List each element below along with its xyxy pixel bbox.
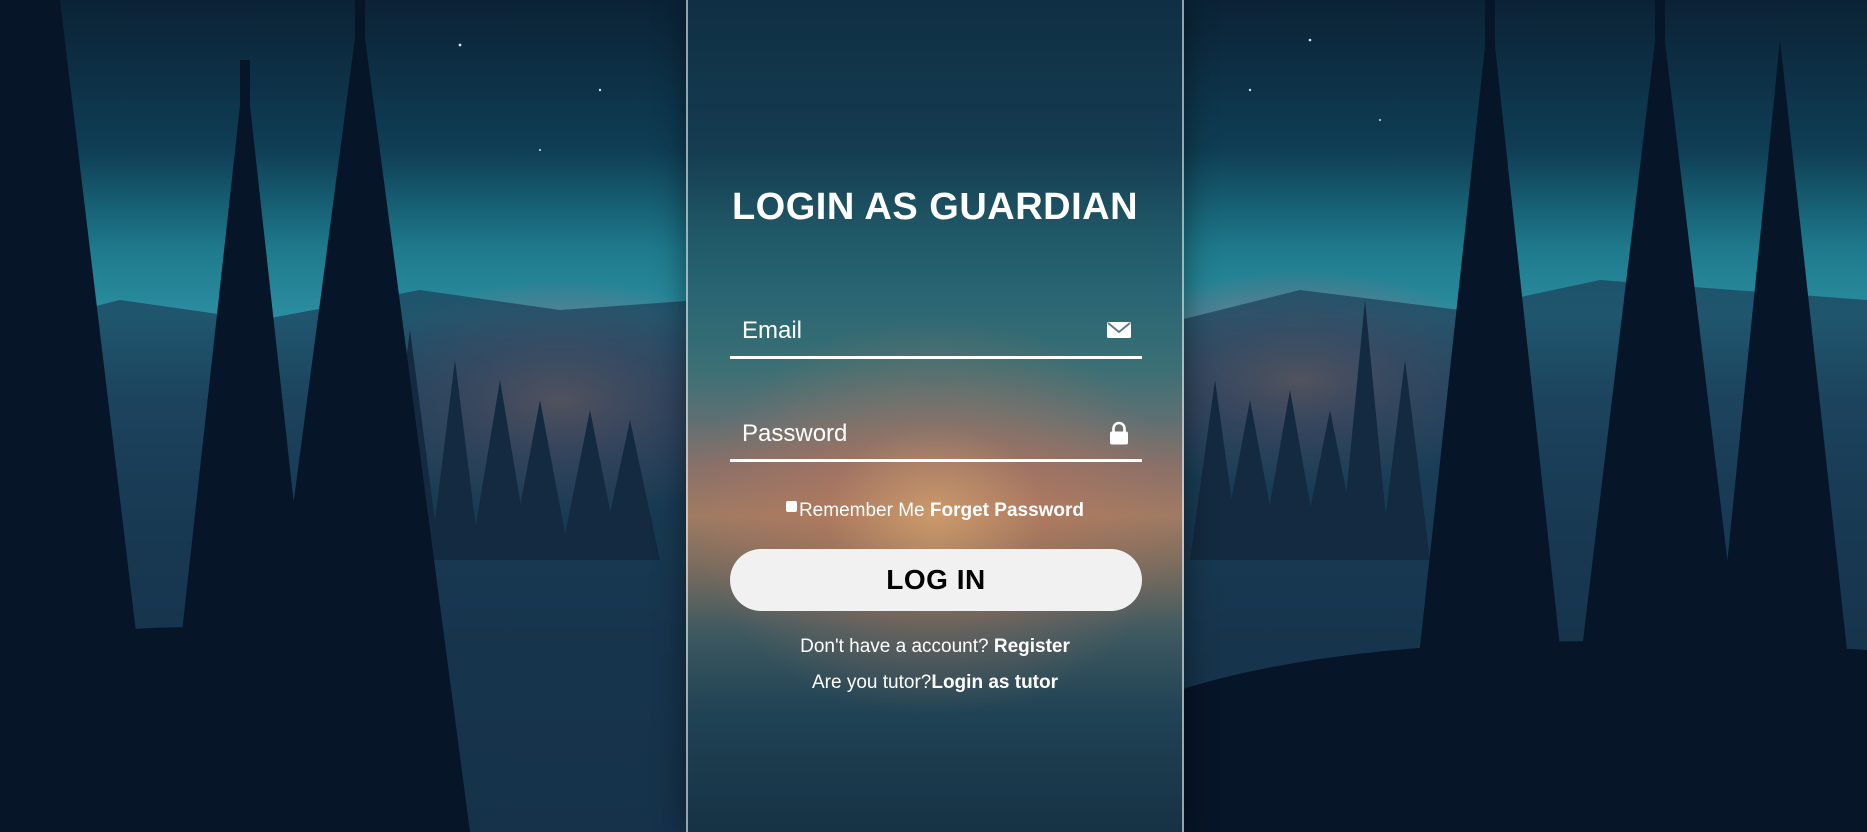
login-as-tutor-link[interactable]: Login as tutor [931, 672, 1058, 693]
register-link[interactable]: Register [994, 636, 1070, 657]
login-button[interactable]: LOG IN [730, 549, 1142, 611]
remember-label: Remember Me [798, 500, 925, 521]
page-title: LOGIN AS GUARDIAN [731, 186, 1139, 228]
password-field-container [730, 411, 1142, 462]
email-field-container [730, 308, 1142, 359]
envelope-icon [1106, 318, 1132, 342]
remember-row: Remember Me Forget Password [688, 500, 1182, 522]
tutor-row: Are you tutor?Login as tutor [688, 672, 1182, 694]
password-field[interactable] [730, 411, 1104, 457]
lock-icon [1106, 421, 1132, 445]
register-row: Don't have a account? Register [688, 636, 1182, 658]
register-prompt: Don't have a account? [800, 636, 989, 657]
forgot-password-link[interactable]: Forget Password [930, 500, 1084, 521]
login-panel: LOGIN AS GUARDIAN Remember Me Forget Pas… [686, 0, 1184, 832]
tutor-prompt: Are you tutor? [812, 672, 932, 693]
email-field[interactable] [730, 308, 1104, 354]
remember-checkbox[interactable] [785, 501, 797, 512]
